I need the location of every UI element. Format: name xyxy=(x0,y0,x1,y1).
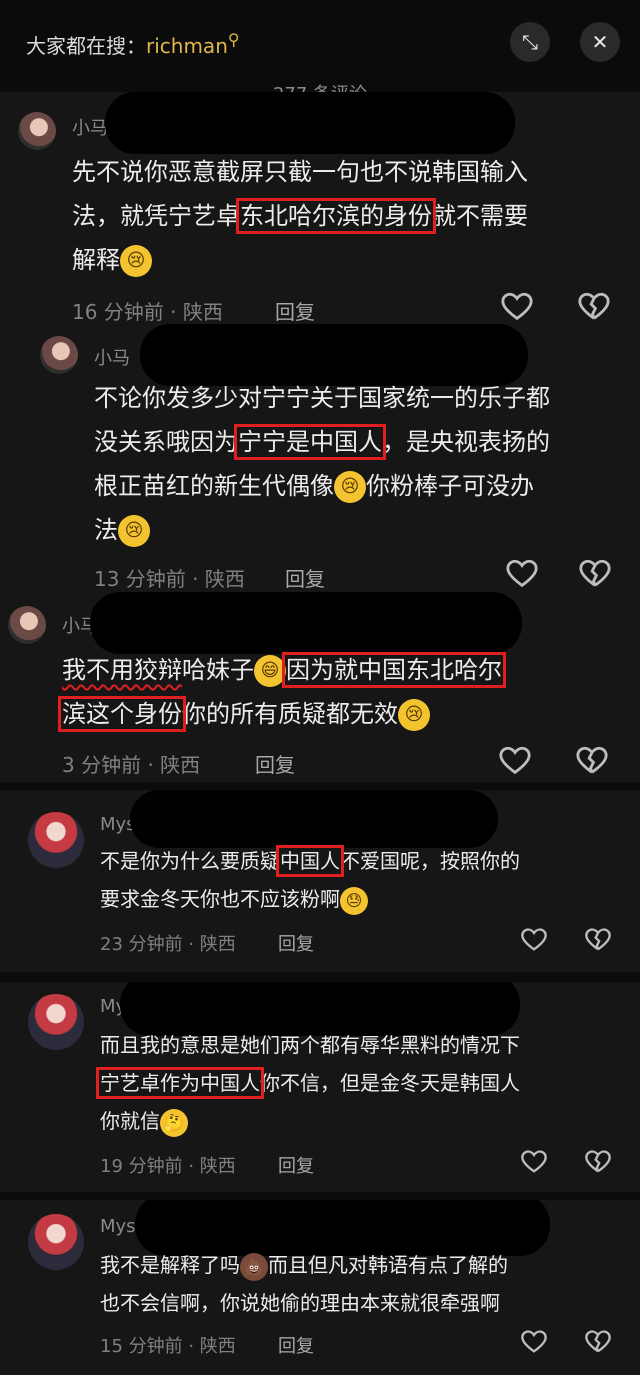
redaction-mark xyxy=(130,790,498,848)
highlighted-phrase: 东北哈尔滨的身份 xyxy=(236,198,436,234)
poop-emoji: 💩 xyxy=(240,1252,268,1281)
heart-icon[interactable] xyxy=(520,1328,548,1356)
search-prefix: 大家都在搜： xyxy=(26,34,146,58)
search-term[interactable]: richman xyxy=(146,34,228,58)
close-icon: ✕ xyxy=(591,30,609,54)
comment-text: 先不说你恶意截屏只截一句也不说韩国输入 法，就凭宁艺卓东北哈尔滨的身份就不需要 … xyxy=(72,150,612,282)
highlighted-phrase: 因为就中国东北哈尔 xyxy=(282,652,506,688)
username[interactable]: 小马 xyxy=(72,114,108,140)
avatar[interactable] xyxy=(28,994,84,1050)
comment-time: 23 分钟前 · 陕西 xyxy=(100,934,236,955)
reply-button[interactable]: 回复 xyxy=(275,296,315,325)
comment-time: 19 分钟前 · 陕西 xyxy=(100,1156,236,1177)
avatar[interactable] xyxy=(18,112,56,150)
comment-panel-3: My 而且我的意思是她们两个都有辱华黑料的情况下 宁艺卓作为中国人你不信，但是金… xyxy=(0,982,640,1192)
heart-icon[interactable] xyxy=(520,1148,548,1176)
trending-search[interactable]: 大家都在搜：richman⚲ xyxy=(26,30,240,59)
reply-button[interactable]: 回复 xyxy=(285,563,325,592)
underlined-phrase: 我不用狡辩 xyxy=(62,656,182,684)
avatar[interactable] xyxy=(28,1214,84,1270)
highlighted-phrase: 滨这个身份 xyxy=(58,696,186,732)
broken-heart-icon[interactable] xyxy=(584,1148,612,1176)
broken-heart-icon[interactable] xyxy=(578,557,612,591)
highlighted-phrase: 宁宁是中国人 xyxy=(234,424,386,460)
redaction-mark xyxy=(90,592,522,654)
reply-button[interactable]: 回复 xyxy=(278,930,314,956)
heart-icon[interactable] xyxy=(498,744,532,778)
reply-button[interactable]: 回复 xyxy=(278,1152,314,1178)
username[interactable]: Mys xyxy=(100,1216,136,1237)
minimize-icon: ⤡ xyxy=(522,30,538,54)
broken-heart-icon[interactable] xyxy=(575,744,609,778)
avatar[interactable] xyxy=(40,336,78,374)
comment-text: 不论你发多少对宁宁关于国家统一的乐子都 没关系哦因为宁宁是中国人，是央视表扬的 … xyxy=(94,376,614,552)
redaction-mark xyxy=(105,92,515,154)
crying-emoji: 😢 xyxy=(120,245,152,277)
minimize-button[interactable]: ⤡ xyxy=(510,22,550,62)
avatar[interactable] xyxy=(28,812,84,868)
broken-heart-icon[interactable] xyxy=(577,290,611,324)
comment-text: 我不用狡辩哈妹子 😄 因为就中国东北哈尔 滨这个身份你的所有质疑都无效 😢 xyxy=(58,648,622,736)
comment-panel-2: Mys 不是你为什么要质疑中国人不爱国呢，按照你的 要求金冬天你也不应该粉啊 😓 … xyxy=(0,790,640,972)
avatar[interactable] xyxy=(8,606,46,644)
reply-button[interactable]: 回复 xyxy=(278,1332,314,1358)
thinking-emoji: 🤔 xyxy=(160,1108,188,1137)
comment-time: 13 分钟前 · 陕西 xyxy=(94,567,245,591)
heart-icon[interactable] xyxy=(500,290,534,324)
heart-icon[interactable] xyxy=(505,557,539,591)
heart-icon[interactable] xyxy=(520,926,548,954)
broken-heart-icon[interactable] xyxy=(584,1328,612,1356)
comment-time: 15 分钟前 · 陕西 xyxy=(100,1336,236,1357)
comment-text: 我不是解释了吗 💩 而且但凡对韩语有点了解的 也不会信啊，你说她偷的理由本来就很牵强… xyxy=(100,1252,508,1315)
search-icon[interactable]: ⚲ xyxy=(228,30,240,49)
top-bar: 大家都在搜：richman⚲ ⤡ ✕ 277 条评论 xyxy=(0,0,640,105)
smiling-emoji: 😄 xyxy=(254,655,286,687)
crying-emoji: 😢 xyxy=(334,471,366,503)
comment-text: 不是你为什么要质疑中国人不爱国呢，按照你的 要求金冬天你也不应该粉啊 😓 xyxy=(100,842,620,918)
close-button[interactable]: ✕ xyxy=(580,22,620,62)
comment-panel-4: Mys 我不是解释了吗 💩 而且但凡对韩语有点了解的 也不会信啊，你说她偷的理由本来… xyxy=(0,1200,640,1375)
crying-emoji: 😢 xyxy=(118,515,150,547)
comment-time: 3 分钟前 · 陕西 xyxy=(62,753,201,777)
username[interactable]: 小马 xyxy=(94,344,130,370)
comment-time: 16 分钟前 · 陕西 xyxy=(72,300,223,324)
comment-text: 而且我的意思是她们两个都有辱华黑料的情况下 宁艺卓作为中国人你不信，但是金冬天是… xyxy=(96,1026,630,1140)
sweat-emoji: 😓 xyxy=(340,886,368,915)
crying-emoji: 😢 xyxy=(398,699,430,731)
reply-button[interactable]: 回复 xyxy=(255,749,295,778)
highlighted-phrase: 中国人 xyxy=(276,845,344,877)
comment-panel-1: 小马 先不说你恶意截屏只截一句也不说韩国输入 法，就凭宁艺卓东北哈尔滨的身份就不… xyxy=(0,92,640,782)
broken-heart-icon[interactable] xyxy=(584,926,612,954)
highlighted-phrase: 宁艺卓作为中国人 xyxy=(96,1067,264,1099)
